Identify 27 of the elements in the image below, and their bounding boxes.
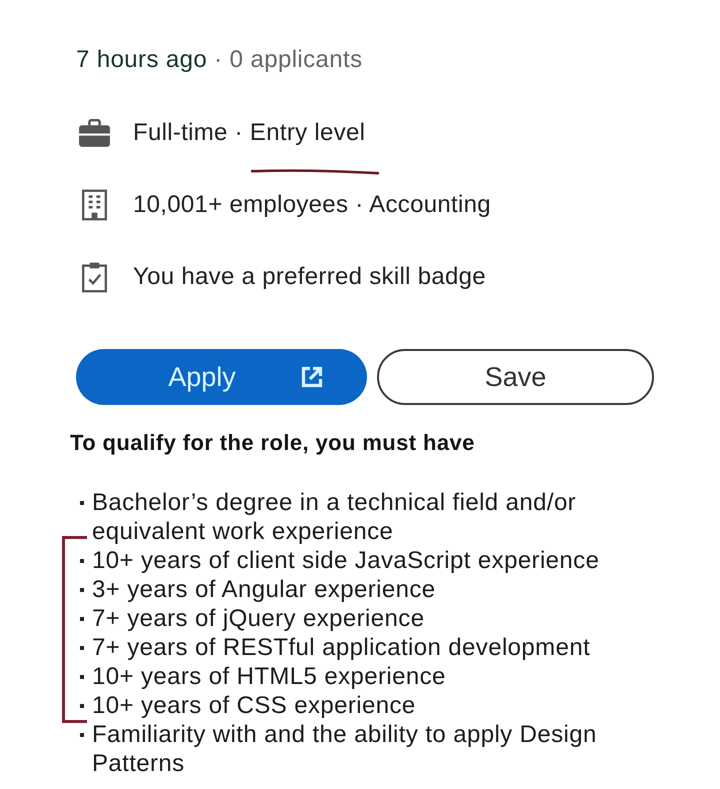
job-detail-text: Full-time · Entry level	[133, 119, 366, 147]
posted-time: 7 hours ago	[76, 46, 208, 74]
clipboard-check-icon	[82, 261, 107, 293]
save-button[interactable]: Save	[377, 349, 654, 405]
bullet-icon	[80, 617, 84, 621]
bullet-icon	[80, 733, 84, 737]
requirements-heading: To qualify for the role, you must have	[70, 430, 476, 456]
requirement-text: 10+ years of HTML5 experience	[92, 662, 447, 691]
requirement-text: Familiarity with and the ability to apply Design Patterns	[92, 720, 598, 778]
requirement-text: 3+ years of Angular experience	[92, 575, 437, 604]
job-detail-text: 10,001+ employees · Accounting	[133, 191, 491, 219]
requirement-text: Bachelor’s degree in a technical field and/or equivalent work experience	[92, 488, 578, 546]
building-icon	[82, 189, 107, 221]
requirement-text: 10+ years of CSS experience	[92, 691, 417, 720]
job-detail-text: You have a preferred skill badge	[133, 263, 486, 291]
bullet-icon	[80, 675, 84, 679]
apply-button[interactable]: Apply	[76, 349, 367, 405]
applicant-count: · 0 applicants	[214, 46, 363, 74]
bullet-icon	[80, 559, 84, 563]
bullet-icon	[80, 501, 84, 505]
requirement-text: 7+ years of RESTful application development	[92, 633, 592, 662]
bullet-icon	[80, 646, 84, 650]
briefcase-icon	[78, 119, 111, 147]
requirement-text: 7+ years of jQuery experience	[92, 604, 426, 633]
requirement-text: 10+ years of client side JavaScript experience	[92, 546, 600, 575]
bullet-icon	[80, 704, 84, 708]
bullet-icon	[80, 588, 84, 592]
